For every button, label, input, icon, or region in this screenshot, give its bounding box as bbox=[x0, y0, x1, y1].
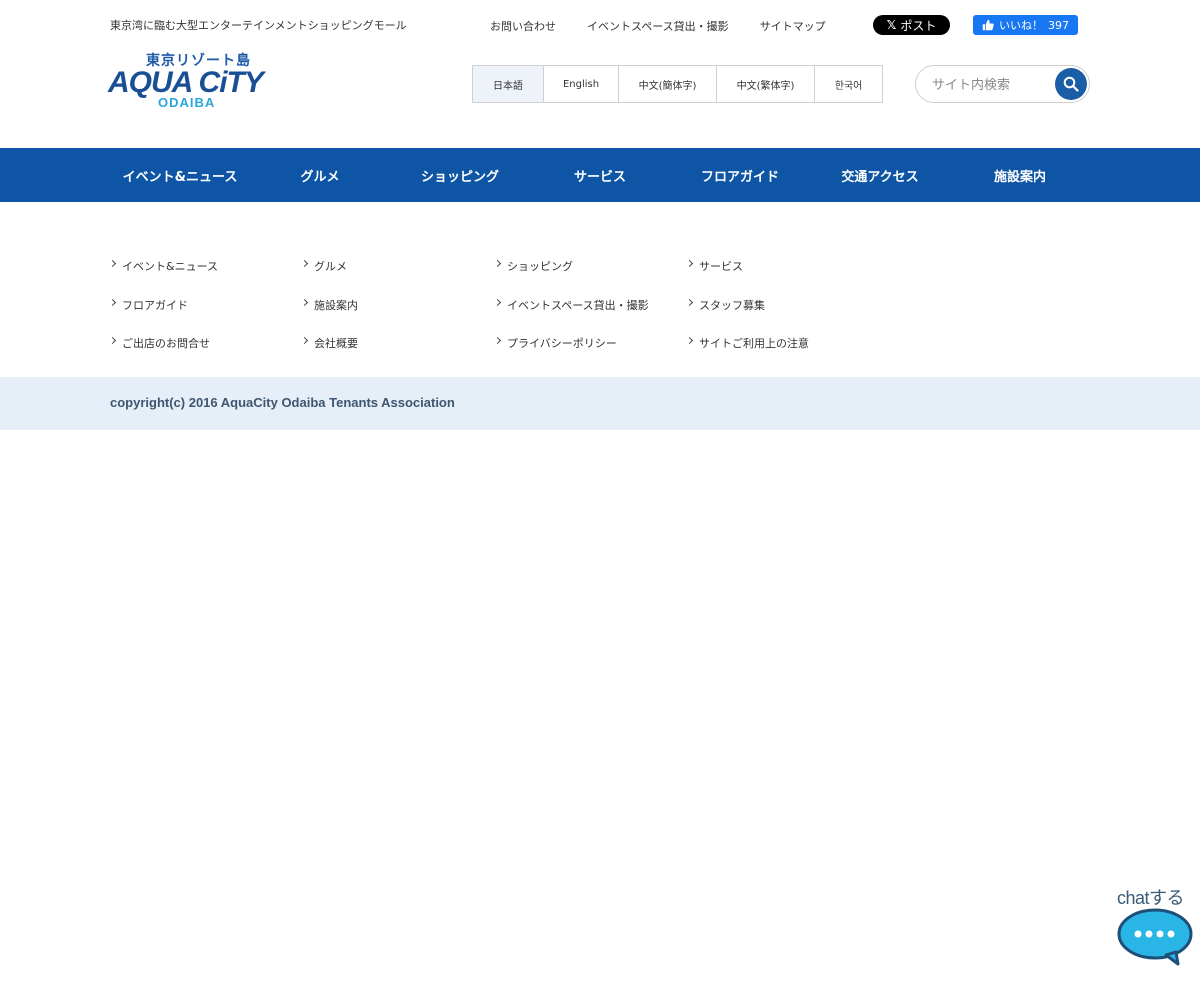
chevron-right-icon bbox=[108, 336, 117, 344]
x-post-label: ポスト bbox=[900, 18, 937, 33]
facebook-like-label: いいね！ bbox=[999, 19, 1043, 32]
sitemap-link-terms[interactable]: サイトご利用上の注意 bbox=[685, 335, 809, 351]
chevron-right-icon bbox=[300, 298, 309, 306]
chevron-right-icon bbox=[108, 259, 117, 267]
chevron-right-icon bbox=[685, 336, 694, 344]
logo-sub-text: ODAIBA bbox=[158, 95, 216, 110]
lang-japanese[interactable]: 日本語 bbox=[473, 66, 544, 102]
page: 東京湾に臨む大型エンターテインメントショッピングモール 東京リゾート島 AQUA… bbox=[0, 0, 1200, 1000]
sitemap-link-label: プライバシーポリシー bbox=[507, 337, 617, 350]
sitemap-link-tenant-inquiry[interactable]: ご出店のお問合せ bbox=[108, 335, 210, 351]
language-switcher: 日本語 English 中文(簡体字) 中文(繁体字) 한국어 bbox=[472, 65, 883, 103]
sitemap-link-label: フロアガイド bbox=[122, 299, 188, 312]
sitemap-link-floor-guide[interactable]: フロアガイド bbox=[108, 297, 188, 313]
logo-main-text: AQUA CiTY bbox=[108, 66, 264, 99]
site-tagline: 東京湾に臨む大型エンターテインメントショッピングモール bbox=[110, 19, 407, 32]
nav-item-gourmet[interactable]: グルメ bbox=[250, 148, 390, 202]
search-button[interactable] bbox=[1055, 68, 1087, 100]
lang-korean[interactable]: 한국어 bbox=[815, 66, 882, 102]
lang-chinese-simplified[interactable]: 中文(簡体字) bbox=[619, 66, 717, 102]
speech-bubble-icon bbox=[1117, 908, 1193, 966]
chevron-right-icon bbox=[493, 336, 502, 344]
top-link-event-space[interactable]: イベントスペース貸出・撮影 bbox=[587, 18, 729, 34]
thumbs-up-icon bbox=[982, 19, 994, 31]
chevron-right-icon bbox=[685, 259, 694, 267]
chevron-right-icon bbox=[108, 298, 117, 306]
sitemap-link-label: イベントスペース貸出・撮影 bbox=[507, 299, 649, 312]
sitemap-link-shopping[interactable]: ショッピング bbox=[493, 258, 573, 274]
chat-widget[interactable]: chatする bbox=[1112, 882, 1198, 968]
nav-item-floor-guide[interactable]: フロアガイド bbox=[670, 148, 810, 202]
x-logo-icon: 𝕏 bbox=[886, 18, 897, 32]
sitemap-link-label: ご出店のお問合せ bbox=[122, 337, 210, 350]
site-search bbox=[915, 65, 1090, 103]
nav-item-shopping[interactable]: ショッピング bbox=[390, 148, 530, 202]
sitemap-link-label: イベント&ニュース bbox=[122, 260, 219, 273]
chevron-right-icon bbox=[493, 259, 502, 267]
nav-item-access[interactable]: 交通アクセス bbox=[810, 148, 950, 202]
sitemap-link-privacy[interactable]: プライバシーポリシー bbox=[493, 335, 617, 351]
sitemap-link-label: 会社概要 bbox=[314, 337, 358, 350]
sitemap-link-company[interactable]: 会社概要 bbox=[300, 335, 358, 351]
sitemap-link-label: グルメ bbox=[314, 260, 347, 273]
x-post-button[interactable]: 𝕏 ポスト bbox=[873, 15, 950, 35]
chat-label: chatする bbox=[1117, 888, 1185, 908]
lang-english[interactable]: English bbox=[544, 66, 619, 102]
sitemap-link-service[interactable]: サービス bbox=[685, 258, 743, 274]
sitemap-link-gourmet[interactable]: グルメ bbox=[300, 258, 347, 274]
sitemap-link-label: スタッフ募集 bbox=[699, 299, 765, 312]
nav-item-facility[interactable]: 施設案内 bbox=[950, 148, 1090, 202]
top-links: お問い合わせ イベントスペース貸出・撮影 サイトマップ bbox=[490, 18, 826, 34]
copyright-text: copyright(c) 2016 AquaCity Odaiba Tenant… bbox=[110, 395, 455, 410]
main-nav: イベント&ニュース グルメ ショッピング サービス フロアガイド 交通アクセス … bbox=[0, 148, 1200, 202]
footer: copyright(c) 2016 AquaCity Odaiba Tenant… bbox=[0, 377, 1200, 430]
sitemap-link-event-space[interactable]: イベントスペース貸出・撮影 bbox=[493, 297, 649, 313]
top-link-contact[interactable]: お問い合わせ bbox=[490, 18, 556, 34]
chevron-right-icon bbox=[300, 336, 309, 344]
sitemap-link-label: 施設案内 bbox=[314, 299, 358, 312]
site-logo[interactable]: 東京リゾート島 AQUA CiTY ODAIBA bbox=[108, 50, 278, 112]
nav-item-service[interactable]: サービス bbox=[530, 148, 670, 202]
chevron-right-icon bbox=[493, 298, 502, 306]
chevron-right-icon bbox=[300, 259, 309, 267]
sitemap-link-label: サイトご利用上の注意 bbox=[699, 337, 809, 350]
nav-item-event-news[interactable]: イベント&ニュース bbox=[110, 148, 250, 202]
chevron-right-icon bbox=[685, 298, 694, 306]
sitemap-link-event-news[interactable]: イベント&ニュース bbox=[108, 258, 219, 274]
magnifier-icon bbox=[1063, 76, 1079, 92]
lang-chinese-traditional[interactable]: 中文(繁体字) bbox=[717, 66, 815, 102]
search-input[interactable] bbox=[932, 76, 1052, 94]
facebook-like-button[interactable]: いいね！ 397 bbox=[973, 15, 1078, 35]
sitemap-link-staff[interactable]: スタッフ募集 bbox=[685, 297, 765, 313]
top-link-sitemap[interactable]: サイトマップ bbox=[760, 18, 826, 34]
sitemap-link-facility[interactable]: 施設案内 bbox=[300, 297, 358, 313]
sitemap-link-label: ショッピング bbox=[507, 260, 573, 273]
facebook-like-count: 397 bbox=[1048, 18, 1069, 32]
sitemap-link-label: サービス bbox=[699, 260, 743, 273]
